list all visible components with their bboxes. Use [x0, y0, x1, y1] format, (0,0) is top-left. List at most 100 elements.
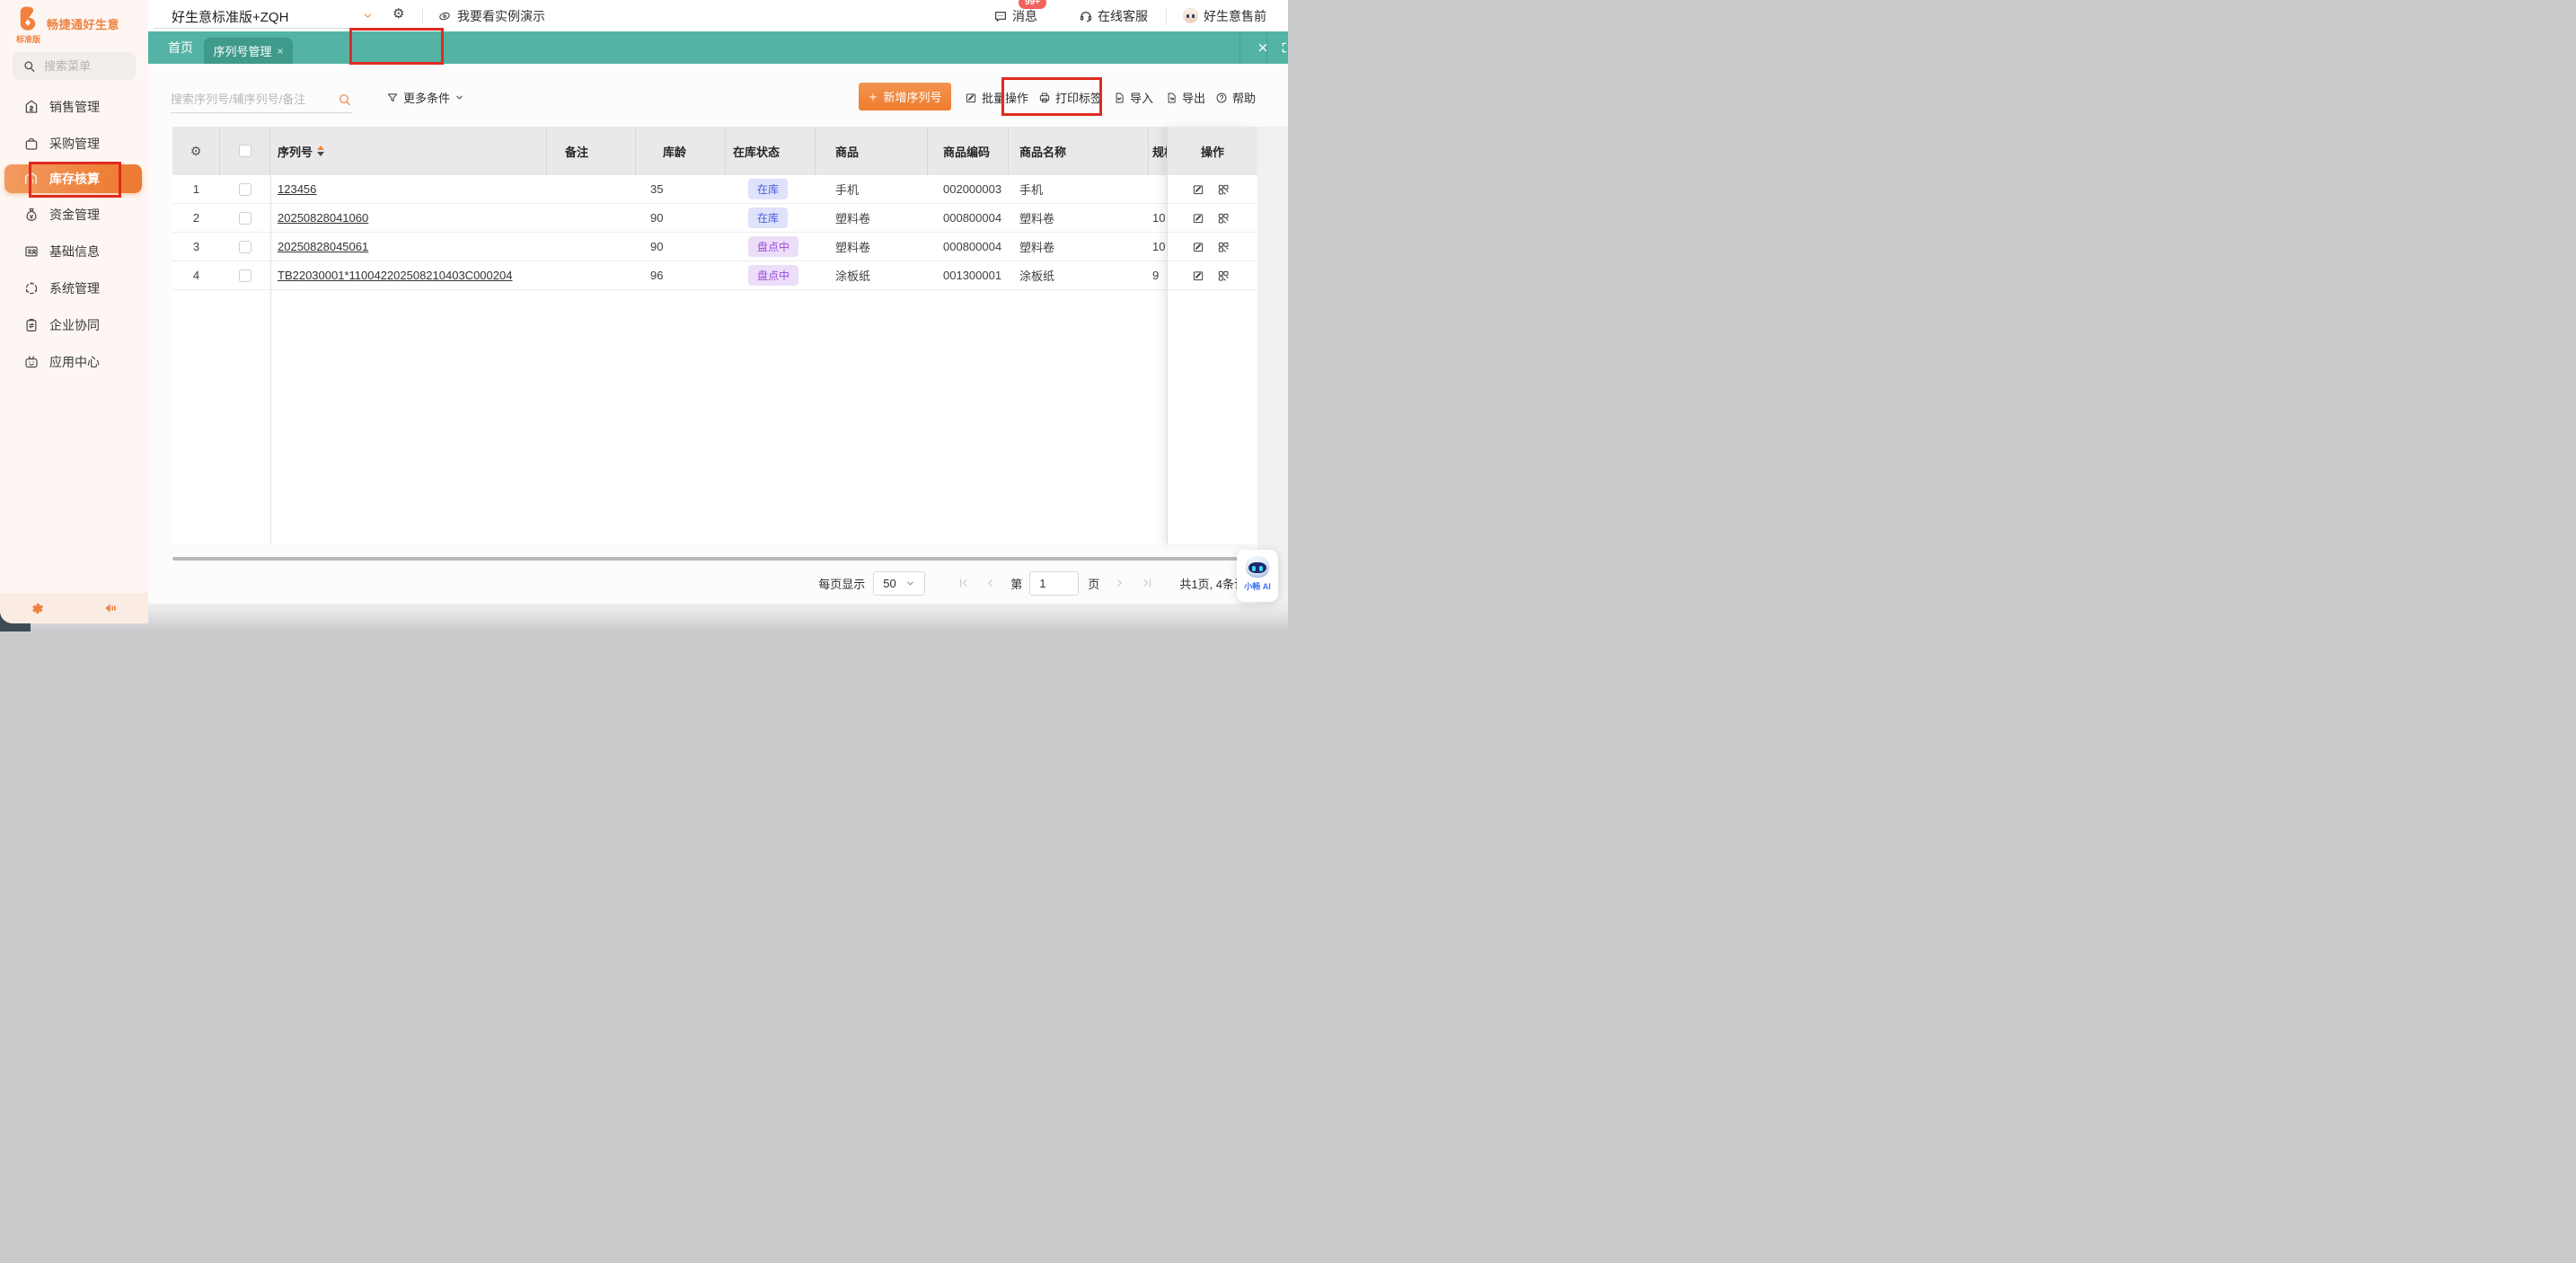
sidebar-item-collaboration[interactable]: 企业协同: [0, 306, 148, 343]
sidebar-footer: [0, 593, 148, 623]
sidebar-item-purchase[interactable]: 采购管理: [0, 125, 148, 162]
tab-serial-management[interactable]: 序列号管理 ×: [204, 38, 293, 64]
cell-product: 手机: [835, 183, 859, 197]
divider: [1239, 31, 1240, 64]
more-grid-icon[interactable]: [1217, 269, 1230, 282]
column-settings-gear-icon[interactable]: ⚙: [190, 144, 202, 159]
tab-home[interactable]: 首页: [168, 31, 193, 64]
cell-code: 002000003: [943, 182, 1001, 196]
basic-info-icon: [23, 243, 40, 260]
operations-cell: [1168, 261, 1257, 290]
sidebar-item-basic-info[interactable]: 基础信息: [0, 233, 148, 269]
brand-name: 畅捷通好生意: [47, 15, 119, 32]
add-serial-button[interactable]: 新增序列号: [859, 83, 951, 110]
serial-search-input[interactable]: [171, 93, 334, 106]
prev-page-icon[interactable]: [984, 577, 997, 589]
import-label: 导入: [1130, 89, 1153, 106]
serial-search-field[interactable]: [171, 86, 352, 113]
status-badge: 盘点中: [748, 265, 798, 286]
serial-link[interactable]: 123456: [278, 182, 316, 196]
tab-close-icon[interactable]: ×: [278, 46, 284, 57]
user-menu[interactable]: 好生意售前: [1183, 7, 1266, 25]
sidebar-item-app-center[interactable]: 应用中心: [0, 343, 148, 380]
row-checkbox[interactable]: [239, 212, 251, 225]
demo-link[interactable]: 我要看实例演示: [437, 7, 545, 25]
row-checkbox[interactable]: [239, 269, 251, 282]
sort-icon[interactable]: [317, 146, 324, 156]
edit-icon[interactable]: [1192, 212, 1204, 225]
help-label: 帮助: [1232, 89, 1256, 106]
messages-label: 消息: [1012, 7, 1037, 25]
plus-icon: [868, 92, 878, 102]
header-code: 商品编码: [943, 143, 990, 160]
status-badge: 在库: [748, 179, 788, 199]
header-operations: 操作: [1201, 143, 1224, 160]
workspace-gear-icon[interactable]: ⚙: [393, 5, 404, 22]
sidebar-item-inventory[interactable]: 库存核算: [4, 164, 142, 193]
serial-link[interactable]: TB22030001*110042202508210403C000204: [278, 269, 512, 282]
settings-gear-icon[interactable]: [30, 601, 45, 616]
horizontal-scrollbar[interactable]: [172, 557, 1257, 561]
sidebar-search-input[interactable]: [44, 59, 121, 73]
row-index: 3: [193, 240, 199, 253]
table-row: 2 20250828041060 90 在库 塑料卷 000800004 塑料卷…: [172, 204, 1257, 233]
workspace-title[interactable]: 好生意标准版+ZQH: [172, 7, 288, 26]
workspace-underline: [154, 28, 378, 29]
operations-cell: [1168, 175, 1257, 204]
messages-button[interactable]: 消息 99+: [993, 7, 1037, 25]
sidebar-item-funds[interactable]: 资金管理: [0, 196, 148, 233]
cell-code: 001300001: [943, 269, 1001, 282]
edit-icon[interactable]: [1192, 269, 1204, 282]
search-icon[interactable]: [338, 93, 352, 107]
serial-link[interactable]: 20250828045061: [278, 240, 368, 253]
more-grid-icon[interactable]: [1217, 183, 1230, 196]
purchase-icon: [23, 136, 40, 152]
batch-actions-button[interactable]: 批量操作: [965, 89, 1028, 106]
first-page-icon[interactable]: [957, 577, 970, 589]
sidebar-item-label: 销售管理: [49, 98, 100, 116]
divider: [1166, 7, 1167, 25]
chevron-down-icon[interactable]: [362, 10, 374, 22]
per-page-value: 50: [883, 577, 896, 590]
export-button[interactable]: 导出: [1165, 89, 1205, 106]
messages-badge: 99+: [1019, 0, 1046, 9]
topbar: 好生意标准版+ZQH ⚙ 我要看实例演示: [148, 0, 1288, 31]
more-grid-icon[interactable]: [1217, 241, 1230, 253]
header-note: 备注: [565, 143, 588, 160]
serial-link[interactable]: 20250828041060: [278, 211, 368, 225]
edit-icon[interactable]: [1192, 241, 1204, 253]
cell-product: 塑料卷: [835, 241, 870, 254]
print-label-button[interactable]: 打印标签: [1038, 89, 1102, 106]
header-name: 商品名称: [1019, 143, 1066, 160]
question-circle-icon: [1215, 92, 1228, 104]
topbar-right: 消息 99+ 在线客服 好生意售前: [993, 0, 1266, 31]
more-grid-icon[interactable]: [1217, 212, 1230, 225]
edit-icon[interactable]: [1192, 183, 1204, 196]
row-checkbox[interactable]: [239, 183, 251, 196]
cell-name: 手机: [1019, 183, 1043, 197]
user-label: 好生意售前: [1204, 7, 1266, 25]
inventory-icon: [23, 171, 40, 187]
fullscreen-icon[interactable]: [1271, 31, 1288, 64]
import-button[interactable]: 导入: [1113, 89, 1153, 106]
collapse-sidebar-icon[interactable]: [101, 601, 118, 615]
page-number-input[interactable]: [1029, 571, 1079, 596]
more-filters-button[interactable]: 更多条件: [386, 89, 464, 106]
sidebar-search[interactable]: [13, 52, 136, 80]
cell-age: 90: [650, 240, 663, 253]
sidebar-item-sales[interactable]: 销售管理: [0, 88, 148, 125]
last-page-icon[interactable]: [1141, 577, 1153, 589]
funds-icon: [23, 207, 40, 223]
table-row: 3 20250828045061 90 盘点中 塑料卷 000800004 塑料…: [172, 233, 1257, 261]
bottom-edge: [0, 604, 1288, 632]
import-icon: [1113, 92, 1125, 104]
sidebar-item-system[interactable]: 系统管理: [0, 269, 148, 306]
cell-age: 96: [650, 269, 663, 282]
help-button[interactable]: 帮助: [1215, 89, 1256, 106]
per-page-select[interactable]: 50: [873, 571, 925, 596]
ai-assistant-button[interactable]: 小畅 AI: [1237, 550, 1278, 602]
online-support-button[interactable]: 在线客服: [1079, 7, 1148, 25]
row-checkbox[interactable]: [239, 241, 251, 253]
select-all-checkbox[interactable]: [239, 145, 251, 157]
next-page-icon[interactable]: [1113, 577, 1125, 589]
